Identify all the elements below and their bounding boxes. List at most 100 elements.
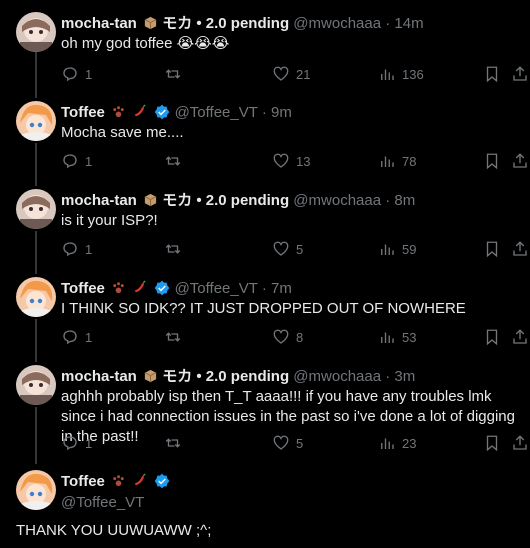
user-handle[interactable]: @mwochaaa bbox=[293, 15, 381, 32]
user-handle[interactable]: @mwochaaa bbox=[293, 192, 381, 209]
chili-emoji-icon bbox=[135, 280, 146, 293]
package-emoji-icon bbox=[144, 369, 157, 383]
like-button[interactable]: 8 bbox=[272, 327, 303, 347]
toffee-avatar-image bbox=[16, 470, 56, 510]
views-button[interactable]: 136 bbox=[378, 64, 424, 84]
reply-count: 1 bbox=[85, 329, 93, 345]
tweet-header: mocha-tan モカ • 2.0 pending @mwochaaa · 3… bbox=[61, 367, 415, 387]
avatar[interactable] bbox=[16, 12, 56, 52]
timestamp[interactable]: 7m bbox=[271, 280, 292, 297]
share-button[interactable] bbox=[511, 433, 529, 453]
display-name[interactable]: mocha-tan bbox=[61, 192, 137, 209]
views-icon bbox=[381, 332, 394, 343]
reply-button[interactable]: 1 bbox=[61, 433, 92, 453]
reply-icon bbox=[63, 436, 77, 451]
avatar[interactable] bbox=[16, 101, 56, 141]
bookmark-button[interactable] bbox=[483, 433, 501, 453]
tweet-text: oh my god toffee 😭😭😭 bbox=[61, 35, 230, 52]
retweet-button[interactable] bbox=[164, 327, 182, 347]
heart-icon bbox=[273, 153, 289, 168]
bookmark-button[interactable] bbox=[483, 64, 501, 84]
display-name[interactable]: Toffee bbox=[61, 104, 105, 121]
tweet-text: THANK YOU UUWUAWW ;^; bbox=[16, 522, 212, 539]
tweet-header: Toffee bbox=[61, 472, 170, 492]
like-button[interactable]: 5 bbox=[272, 239, 303, 259]
like-button[interactable]: 21 bbox=[272, 64, 310, 84]
reply-icon bbox=[63, 242, 77, 257]
tweet[interactable]: mocha-tan モカ • 2.0 pending @mwochaaa · 3… bbox=[0, 365, 530, 455]
view-count: 23 bbox=[402, 435, 417, 451]
verified-badge-icon[interactable] bbox=[154, 104, 170, 120]
share-button[interactable] bbox=[511, 327, 529, 347]
reply-button[interactable]: 1 bbox=[61, 327, 92, 347]
share-button[interactable] bbox=[511, 239, 529, 259]
separator-dot: · bbox=[385, 368, 391, 385]
view-count: 136 bbox=[402, 66, 424, 82]
bookmark-button[interactable] bbox=[483, 239, 501, 259]
display-name[interactable]: Toffee bbox=[61, 473, 105, 490]
share-icon bbox=[513, 241, 527, 256]
bookmark-button[interactable] bbox=[483, 327, 501, 347]
retweet-button[interactable] bbox=[164, 239, 182, 259]
display-name[interactable]: mocha-tan bbox=[61, 15, 137, 32]
heart-icon bbox=[273, 435, 289, 450]
timestamp[interactable]: 14m bbox=[394, 15, 423, 32]
avatar[interactable] bbox=[16, 277, 56, 317]
timestamp[interactable]: 9m bbox=[271, 104, 292, 121]
tweet[interactable]: mocha-tan モカ • 2.0 pending @mwochaaa · 8… bbox=[0, 189, 530, 267]
like-button[interactable]: 13 bbox=[272, 151, 310, 171]
views-button[interactable]: 59 bbox=[378, 239, 416, 259]
timestamp[interactable]: 3m bbox=[394, 368, 415, 385]
tweet-header: Toffee @Toffee_VT · 9m bbox=[61, 103, 292, 123]
share-button[interactable] bbox=[511, 64, 529, 84]
like-count: 8 bbox=[296, 329, 304, 345]
avatar[interactable] bbox=[16, 189, 56, 229]
display-name[interactable]: mocha-tan bbox=[61, 368, 137, 385]
views-button[interactable]: 23 bbox=[378, 433, 416, 453]
tweet-text: Mocha save me.... bbox=[61, 124, 184, 141]
mocha-avatar-image bbox=[16, 12, 56, 52]
tweet[interactable]: Toffee @Toffee_VT · 7m I THINK SO IDK?? … bbox=[0, 277, 530, 355]
verified-badge-icon[interactable] bbox=[154, 280, 170, 296]
like-button[interactable]: 5 bbox=[272, 433, 303, 453]
verified-badge-icon[interactable] bbox=[154, 473, 170, 489]
retweet-button[interactable] bbox=[164, 151, 182, 171]
retweet-button[interactable] bbox=[164, 64, 182, 84]
user-handle[interactable]: @Toffee_VT bbox=[175, 280, 258, 297]
display-name[interactable]: Toffee bbox=[61, 280, 105, 297]
reply-button[interactable]: 1 bbox=[61, 239, 92, 259]
package-emoji-icon bbox=[144, 16, 157, 30]
main-tweet[interactable]: Toffee @Toffee_VT THANK YOU UUWUAWW ;^; bbox=[0, 470, 530, 548]
tweet[interactable]: mocha-tan モカ • 2.0 pending @mwochaaa · 1… bbox=[0, 12, 530, 90]
bookmark-button[interactable] bbox=[483, 151, 501, 171]
retweet-button[interactable] bbox=[164, 433, 182, 453]
share-icon bbox=[513, 329, 527, 344]
avatar[interactable] bbox=[16, 365, 56, 405]
user-handle[interactable]: @mwochaaa bbox=[293, 368, 381, 385]
paw-emoji-icon bbox=[113, 282, 124, 294]
avatar[interactable] bbox=[16, 470, 56, 510]
display-name-suffix: モカ • 2.0 pending bbox=[162, 192, 290, 209]
tweet[interactable]: Toffee @Toffee_VT · 9m Mocha save me....… bbox=[0, 101, 530, 179]
reply-icon bbox=[63, 154, 77, 169]
user-handle[interactable]: @Toffee_VT bbox=[175, 104, 258, 121]
action-bar: 1 5 23 bbox=[61, 433, 527, 453]
tweet-text: is it your ISP?! bbox=[61, 212, 158, 229]
retweet-icon bbox=[165, 332, 181, 342]
views-button[interactable]: 78 bbox=[378, 151, 416, 171]
action-bar: 1 21 136 bbox=[61, 64, 527, 84]
reply-icon bbox=[63, 67, 77, 82]
share-icon bbox=[513, 435, 527, 450]
view-count: 53 bbox=[402, 329, 417, 345]
views-icon bbox=[381, 69, 394, 80]
reply-button[interactable]: 1 bbox=[61, 64, 92, 84]
views-button[interactable]: 53 bbox=[378, 327, 416, 347]
timestamp[interactable]: 8m bbox=[394, 192, 415, 209]
user-handle[interactable]: @Toffee_VT bbox=[61, 494, 144, 511]
reply-count: 1 bbox=[85, 241, 93, 257]
mocha-avatar-image bbox=[16, 189, 56, 229]
retweet-icon bbox=[165, 438, 181, 448]
tweet-text: I THINK SO IDK?? IT JUST DROPPED OUT OF … bbox=[61, 300, 466, 317]
reply-button[interactable]: 1 bbox=[61, 151, 92, 171]
share-button[interactable] bbox=[511, 151, 529, 171]
